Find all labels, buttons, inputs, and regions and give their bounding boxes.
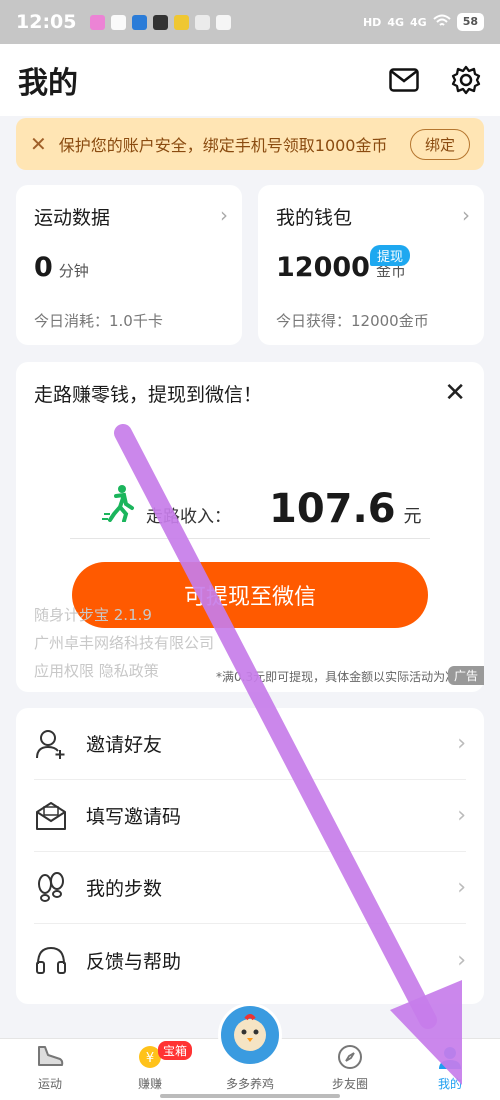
sport-minutes-unit: 分钟	[58, 262, 89, 280]
svg-text:¥: ¥	[146, 1051, 154, 1066]
notification-app-icon	[111, 14, 127, 30]
withdraw-badge: 提现	[369, 245, 410, 266]
profile-icon	[436, 1043, 464, 1071]
wallet-coins-value: 12000	[276, 252, 370, 283]
ad-tag: 广告	[447, 666, 484, 685]
notification-app-icon	[195, 14, 211, 30]
headphones-icon	[34, 943, 68, 977]
compass-icon	[336, 1043, 364, 1071]
hd-indicator: HD	[362, 15, 382, 29]
income-value: 107.6	[269, 486, 396, 532]
tiktok-icon	[153, 14, 169, 30]
notification-app-icon	[174, 14, 190, 30]
tab-label: 多多养鸡	[225, 1077, 274, 1091]
tab-sport[interactable]: 运动	[0, 1039, 100, 1100]
chevron-right-icon: ›	[457, 875, 466, 900]
walking-icon	[102, 485, 134, 522]
divider	[70, 538, 430, 539]
status-app-icons	[90, 14, 232, 30]
chick-icon	[218, 1003, 282, 1067]
notification-app-icon	[216, 14, 232, 30]
tab-label: 赚赚	[137, 1077, 162, 1091]
notification-app-icon	[132, 14, 148, 30]
chevron-right-icon: ›	[457, 947, 466, 973]
bind-button[interactable]: 绑定	[409, 128, 470, 160]
gear-icon[interactable]	[450, 64, 482, 96]
menu-label: 反馈与帮助	[86, 950, 182, 973]
income-unit: 元	[403, 506, 422, 527]
bottom-tab-bar: 运动 宝箱 ¥ 赚赚 多多养鸡 步友圈 我的	[0, 1003, 500, 1100]
invite-code-icon	[34, 799, 68, 833]
status-time: 12:05	[16, 11, 77, 33]
menu-item-feedback-help[interactable]: 反馈与帮助 ›	[34, 924, 466, 996]
sport-calories-text: 今日消耗：1.0千卡	[34, 312, 163, 330]
tab-label: 步友圈	[331, 1077, 368, 1091]
signal-4g-indicator: 4G	[387, 15, 404, 29]
privacy-links[interactable]: 应用权限 隐私政策	[34, 660, 159, 681]
status-indicators: HD 4G 4G 58	[363, 13, 484, 31]
notification-app-icon	[90, 14, 106, 30]
sport-data-card[interactable]: 运动数据 › 0 分钟 今日消耗：1.0千卡	[16, 185, 242, 345]
page-title: 我的	[18, 66, 78, 101]
sport-data-title: 运动数据	[34, 207, 111, 229]
page-header: 我的	[0, 44, 500, 116]
gesture-bar	[160, 1094, 340, 1098]
menu-label: 我的步数	[86, 878, 163, 900]
menu-item-invite-friends[interactable]: 邀请好友 ›	[34, 708, 466, 780]
chevron-right-icon: ›	[220, 203, 228, 227]
walking-income: 走路收入： 107.6 元	[102, 484, 422, 532]
tab-chicken[interactable]: 多多养鸡	[200, 1003, 300, 1100]
income-label: 走路收入：	[146, 507, 231, 527]
tab-earn[interactable]: 宝箱 ¥ 赚赚	[100, 1039, 200, 1100]
treasure-badge: 宝箱	[158, 1041, 193, 1060]
withdraw-note: *满0.3元即可提现，具体金额以实际活动为准	[216, 670, 458, 684]
tab-mine[interactable]: 我的	[400, 1039, 500, 1100]
close-icon[interactable]: ✕	[30, 132, 47, 156]
sport-minutes-value: 0	[34, 252, 53, 283]
menu-item-invite-code[interactable]: 填写邀请码 ›	[34, 780, 466, 852]
footprints-icon	[34, 871, 68, 905]
status-bar: 12:05 HD 4G 4G 58	[0, 0, 500, 44]
tab-label: 运动	[37, 1077, 62, 1091]
app-version-text: 随身计步宝 2.1.9	[34, 606, 152, 624]
tab-label: 我的	[437, 1077, 462, 1091]
menu-label: 填写邀请码	[86, 806, 182, 828]
bind-phone-banner: ✕ 保护您的账户安全，绑定手机号领取1000金币 绑定	[16, 118, 484, 170]
withdraw-promo-card: 走路赚零钱，提现到微信！ ✕ 走路收入： 107.6 元 可提现至微信 随身计步…	[16, 362, 484, 692]
chevron-right-icon: ›	[457, 731, 466, 756]
promo-title: 走路赚零钱，提现到微信！	[34, 384, 263, 406]
chevron-right-icon: ›	[462, 203, 470, 227]
menu-list: 邀请好友 › 填写邀请码 › 我的步数 › 反馈与帮助 ›	[16, 708, 484, 1004]
close-icon[interactable]: ✕	[444, 378, 466, 408]
menu-label: 邀请好友	[86, 734, 163, 756]
signal-4g-indicator-2: 4G	[410, 15, 427, 29]
tab-friends-circle[interactable]: 步友圈	[300, 1039, 400, 1100]
wallet-title: 我的钱包	[276, 207, 353, 229]
menu-item-my-steps[interactable]: 我的步数 ›	[34, 852, 466, 924]
wallet-today-text: 今日获得：12000金币	[276, 312, 429, 330]
battery-indicator: 58	[456, 13, 484, 31]
wifi-icon	[433, 14, 451, 31]
chevron-right-icon: ›	[457, 803, 466, 828]
company-text: 广州卓丰网络科技有限公司	[34, 634, 215, 652]
invite-user-icon	[34, 727, 68, 761]
shoe-icon	[36, 1043, 64, 1071]
mail-icon[interactable]	[388, 64, 420, 96]
banner-text: 保护您的账户安全，绑定手机号领取1000金币	[58, 136, 388, 155]
wallet-card[interactable]: 我的钱包 › 提现 12000 金币 今日获得：12000金币	[258, 185, 484, 345]
